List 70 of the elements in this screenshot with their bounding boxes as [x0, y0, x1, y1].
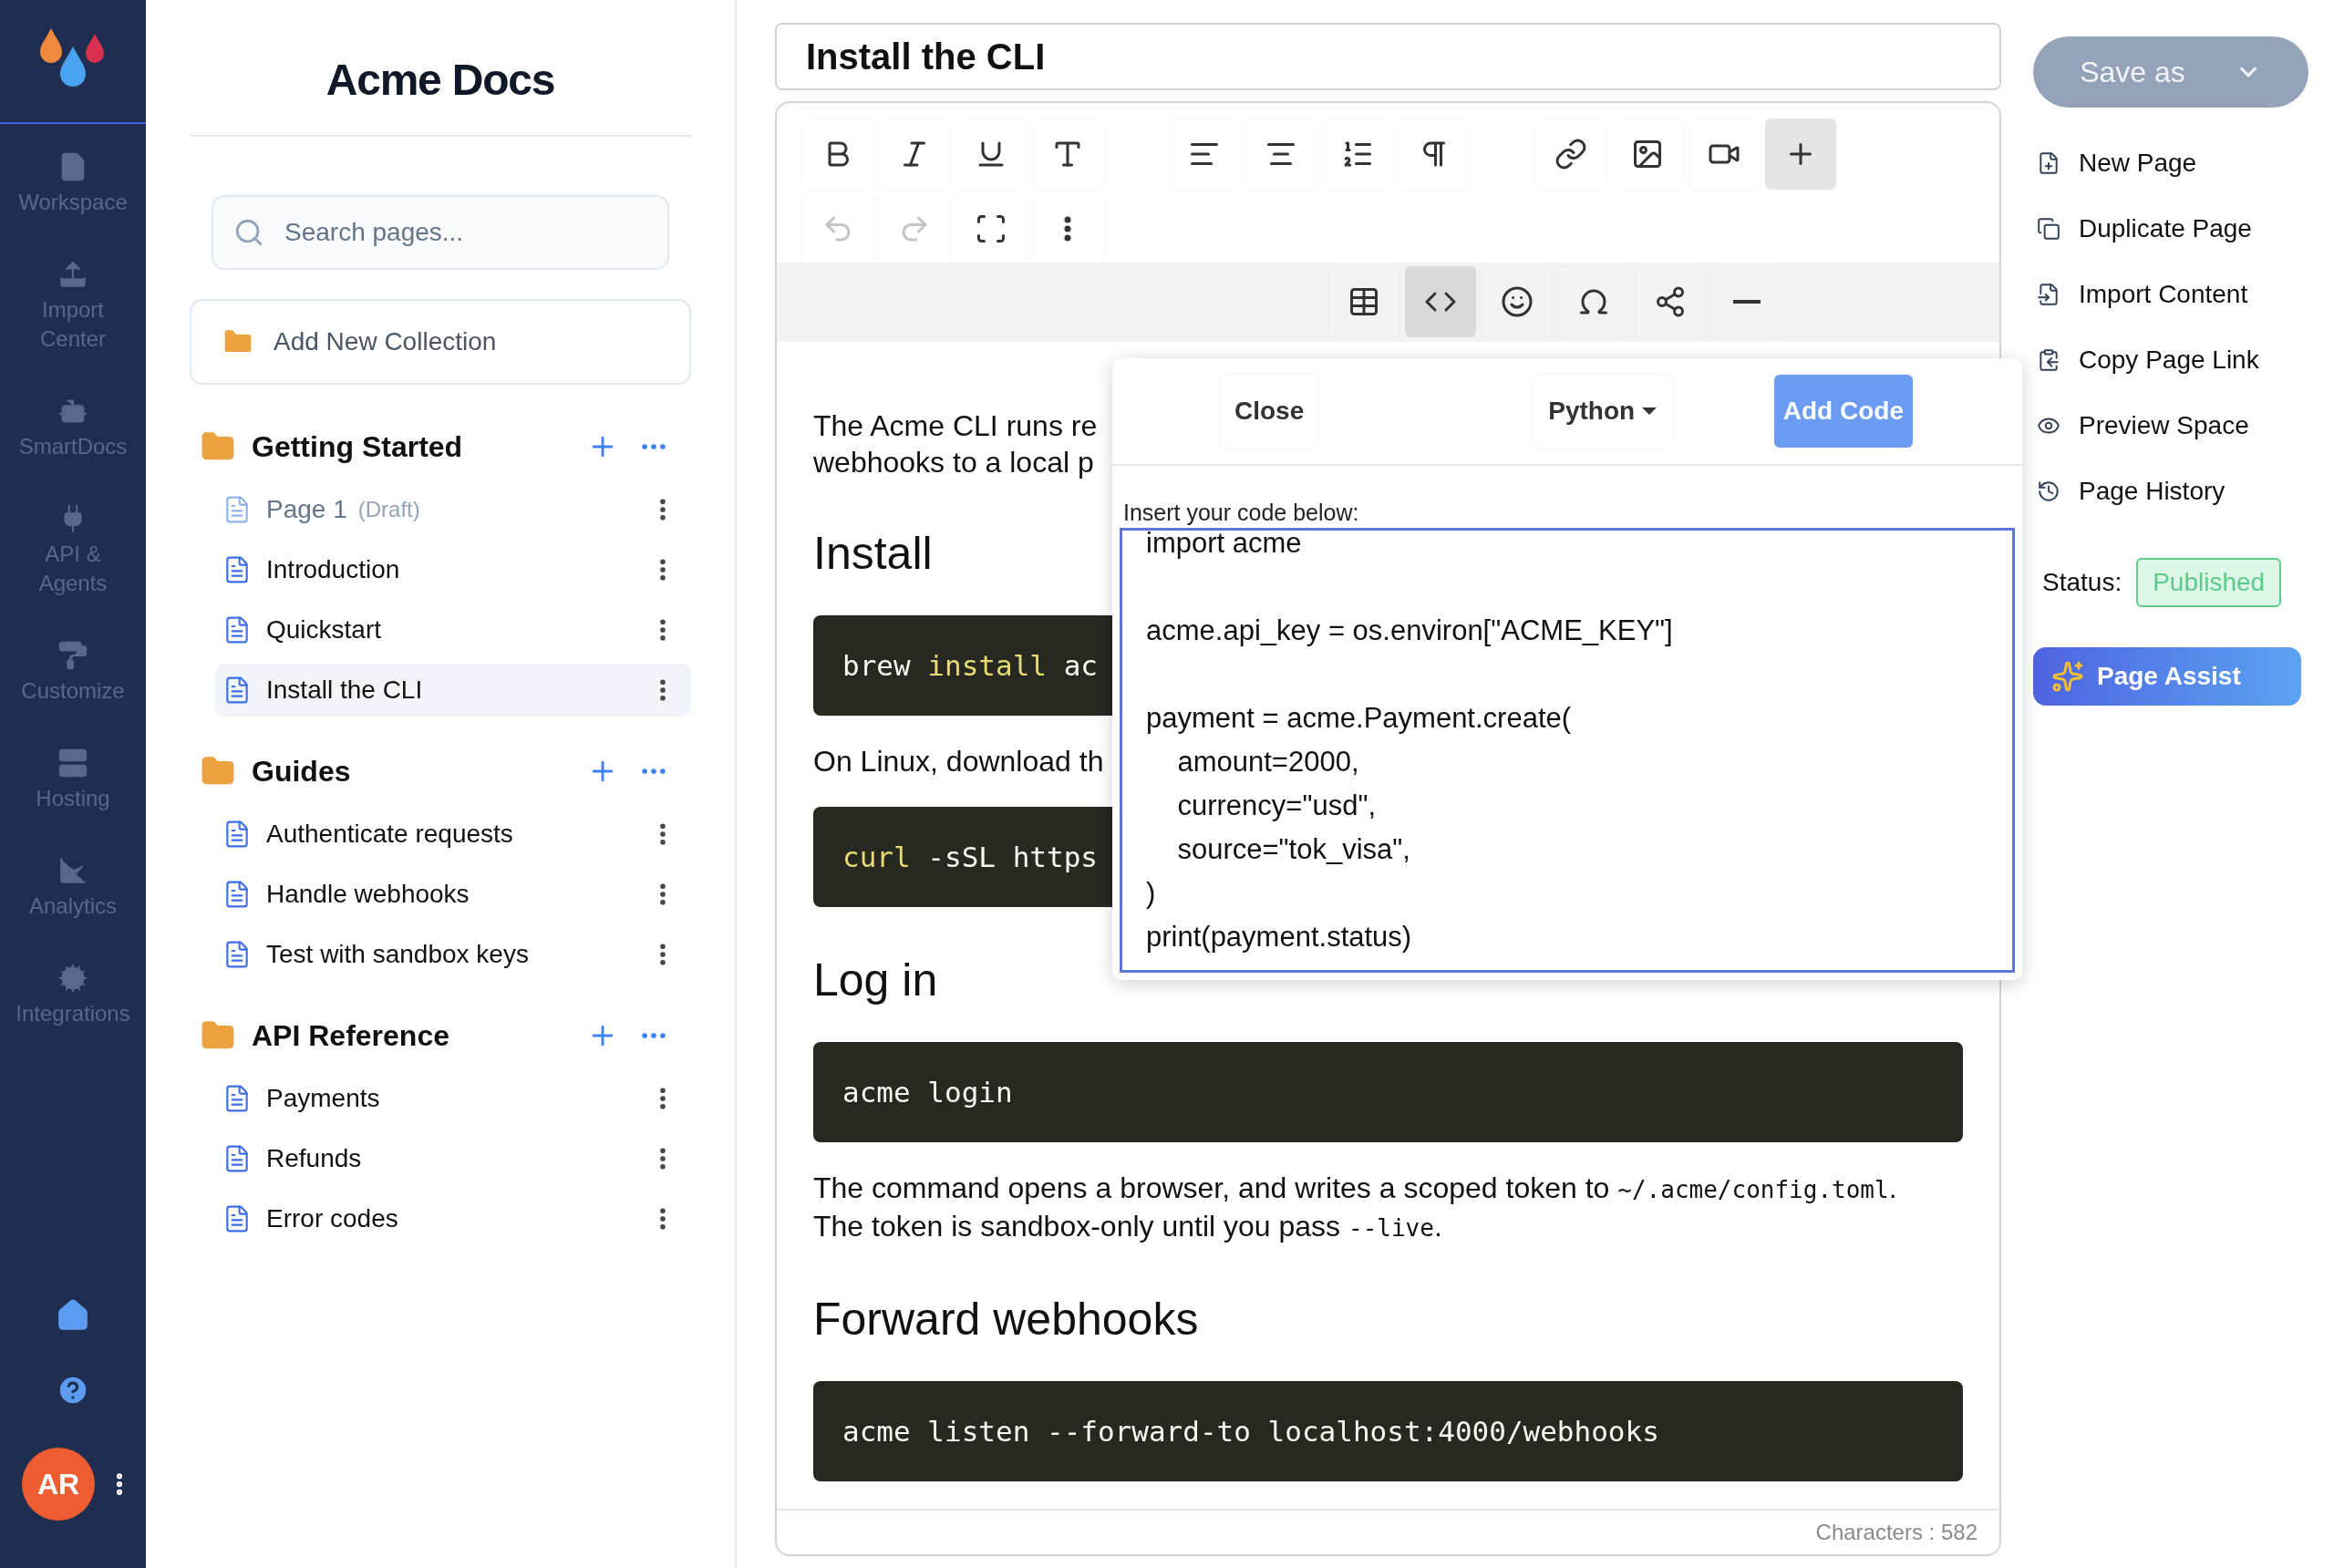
clipboard-icon: [2037, 348, 2060, 372]
page-title: Install the CLI: [266, 675, 423, 706]
sparkles-icon: [2051, 660, 2084, 693]
page-item[interactable]: Authenticate requests: [215, 808, 691, 861]
code-label: Insert your code below:: [1123, 499, 1360, 526]
page-item[interactable]: Handle webhooks: [215, 868, 691, 921]
page-title: Payments: [266, 1083, 380, 1114]
section-heading: Install: [813, 527, 933, 581]
page-item[interactable]: Install the CLI: [215, 664, 691, 717]
page-title: Authenticate requests: [266, 819, 513, 850]
collection-title[interactable]: API Reference: [252, 1014, 449, 1057]
history-icon: [2037, 480, 2060, 503]
code-block: acme listen --forward-to localhost:4000/webhooks: [813, 1381, 1963, 1481]
smiley-icon: [1501, 285, 1534, 319]
section-heading: Log in: [813, 954, 938, 1007]
status-label: Status:: [2042, 567, 2122, 598]
minus-icon: [1733, 300, 1761, 304]
page-title: Error codes: [266, 1203, 398, 1234]
upload-icon: [57, 259, 88, 290]
paragraph-line: webhooks to a local p: [813, 445, 1095, 480]
page-title: Introduction: [266, 554, 400, 585]
page-item[interactable]: Refunds: [215, 1132, 691, 1185]
home-icon[interactable]: [56, 1298, 90, 1333]
search-icon: [233, 217, 264, 248]
code-block: acme login: [813, 1042, 1963, 1142]
copy-icon: [2037, 217, 2060, 241]
collection-title[interactable]: Getting Started: [252, 425, 463, 469]
page-title: Quickstart: [266, 614, 382, 645]
page-item[interactable]: Test with sandbox keys: [215, 928, 691, 981]
paragraph-line: The Acme CLI runs re: [813, 408, 1098, 444]
page-item[interactable]: Payments: [215, 1072, 691, 1125]
page-item[interactable]: Introduction: [215, 543, 691, 596]
status-badge: Published: [2136, 558, 2282, 607]
page-title-field[interactable]: Install the CLI: [775, 23, 2001, 90]
action-item[interactable]: Preview Space: [2033, 407, 2323, 445]
page-item[interactable]: Quickstart: [215, 603, 691, 656]
action-item[interactable]: Copy Page Link: [2033, 341, 2323, 379]
code-input[interactable]: import acme acme.api_key = os.environ["ACME_KEY"] payment = acme.Payment.create( amount=2000, currency="usd", source="tok_visa", ) print(payment.status): [1120, 528, 2015, 973]
add-collection-button[interactable]: Add New Collection: [190, 299, 691, 385]
action-item[interactable]: Duplicate Page: [2033, 210, 2323, 248]
action-item[interactable]: New Page: [2033, 144, 2323, 182]
page-assist-button[interactable]: Page Assist: [2033, 647, 2301, 706]
page-title: Test with sandbox keys: [266, 939, 529, 970]
action-item[interactable]: Page History: [2033, 472, 2323, 511]
app-title: Acme Docs: [325, 55, 556, 106]
page-title: Refunds: [266, 1143, 362, 1174]
page-item[interactable]: Page 1 (Draft): [215, 483, 691, 536]
paragraph-line: The token is sandbox-only until you pass --live.: [813, 1209, 1443, 1244]
file-plus-icon: [2037, 151, 2060, 175]
page-title: Handle webhooks: [266, 879, 470, 910]
paint-roller-icon: [57, 640, 88, 671]
share-icon: [1654, 285, 1687, 319]
paragraph-line: The command opens a browser, and writes a scoped token to ~/.acme/config.toml.: [813, 1171, 1897, 1206]
character-count: Characters : 582: [1815, 1519, 1978, 1546]
file-import-icon: [2037, 283, 2060, 306]
page-item[interactable]: Error codes: [215, 1192, 691, 1245]
search-field[interactable]: Search pages...: [212, 195, 669, 270]
section-heading: Forward webhooks: [813, 1293, 1199, 1346]
server-icon: [57, 748, 88, 779]
collection-title[interactable]: Guides: [252, 749, 351, 793]
page-title: Page 1: [266, 494, 347, 525]
more-icon: [1064, 215, 1071, 242]
link-icon: [1554, 138, 1587, 171]
action-item[interactable]: Import Content: [2033, 275, 2323, 314]
cog-icon: [57, 963, 88, 994]
close-button[interactable]: Close: [1220, 375, 1319, 448]
language-dropdown[interactable]: Python: [1534, 375, 1672, 448]
paragraph-line: On Linux, download th: [813, 744, 1104, 779]
draft-label: (Draft): [357, 496, 420, 523]
caret-icon: [1642, 407, 1658, 415]
